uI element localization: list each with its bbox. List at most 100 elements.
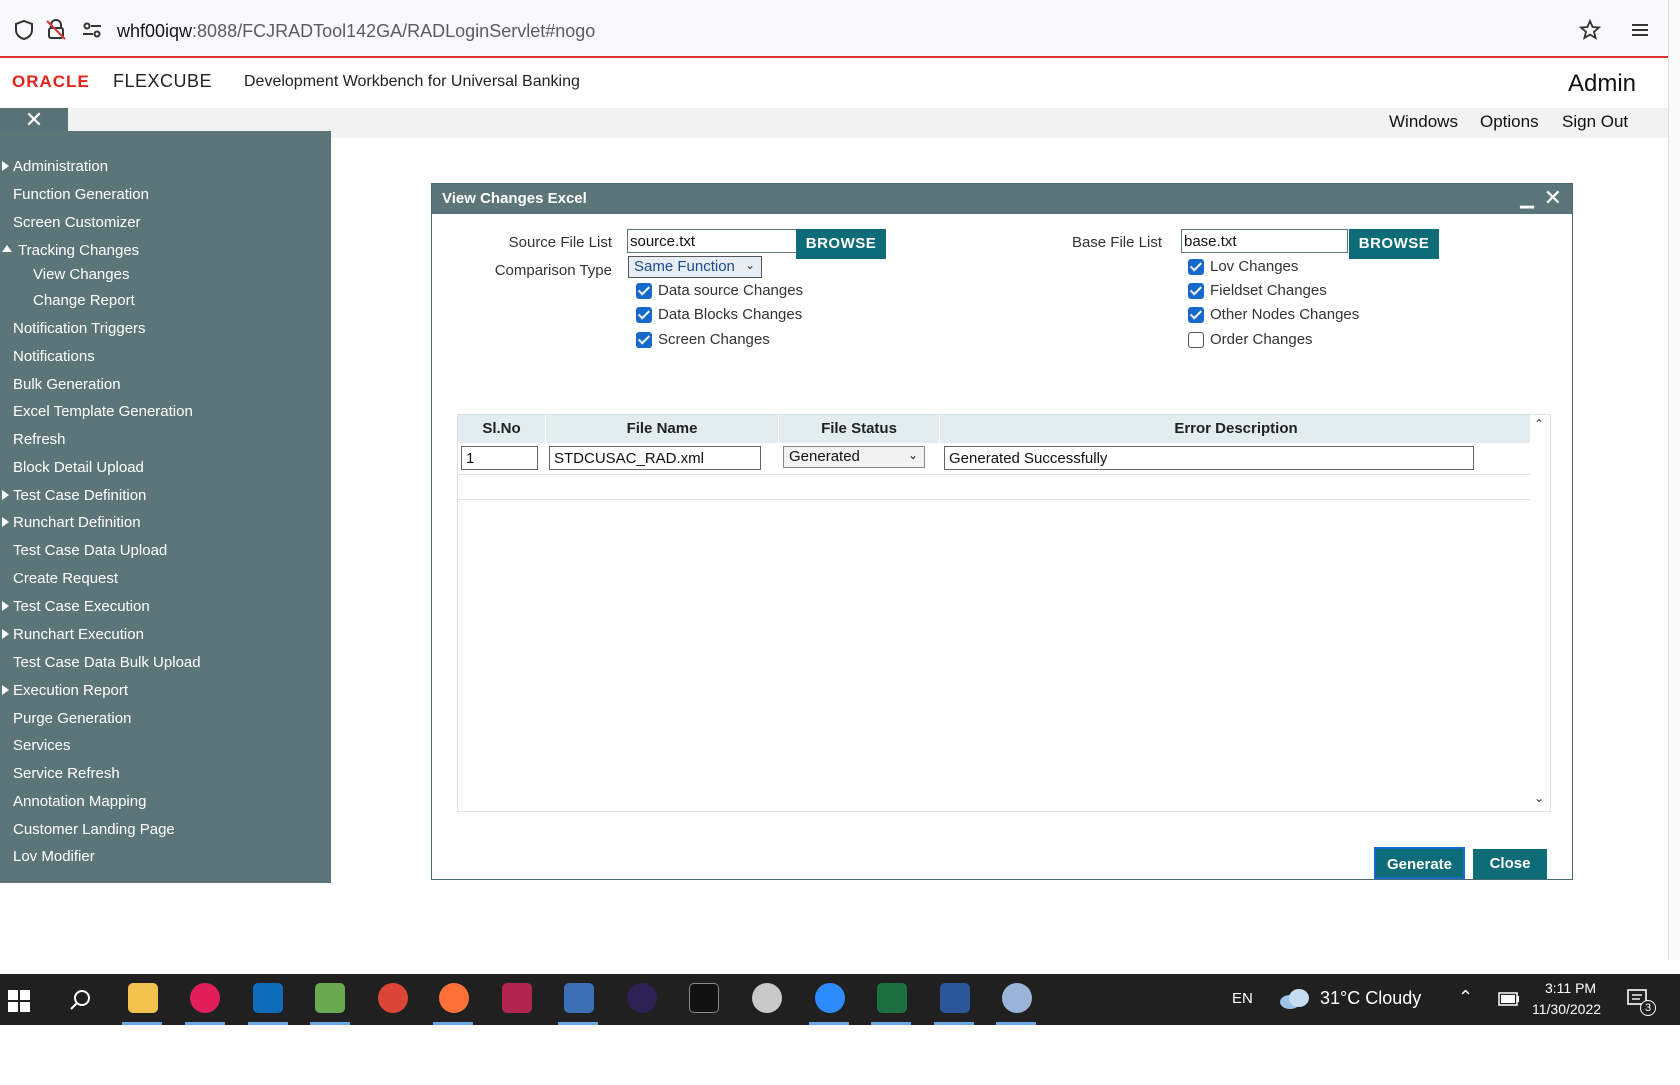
sidebar-item-service-refresh[interactable]: Service Refresh <box>13 765 120 782</box>
checkbox-screen-changes[interactable]: Screen Changes <box>636 331 770 348</box>
excel-icon[interactable] <box>877 983 907 1013</box>
checkbox-other-nodes-changes[interactable]: Other Nodes Changes <box>1188 306 1359 323</box>
notepad-icon[interactable] <box>315 983 345 1013</box>
file-transfer-icon[interactable] <box>564 983 594 1013</box>
sidebar-item-view-changes[interactable]: View Changes <box>33 266 129 283</box>
sidebar-item-excel-template-generation[interactable]: Excel Template Generation <box>13 403 193 420</box>
sidebar-close-button[interactable]: ✕ <box>0 108 68 132</box>
checkbox-checked-icon[interactable] <box>636 331 652 348</box>
sidebar-item-screen-customizer[interactable]: Screen Customizer <box>13 214 141 231</box>
sidebar-item-notification-triggers[interactable]: Notification Triggers <box>13 320 146 337</box>
sidebar-item-services[interactable]: Services <box>13 737 71 754</box>
sidebar-item-test-case-definition[interactable]: Test Case Definition <box>13 487 146 504</box>
menu-options[interactable]: Options <box>1480 112 1539 132</box>
sidebar-item-administration[interactable]: Administration <box>13 158 108 175</box>
word-icon[interactable] <box>940 983 970 1013</box>
search-icon[interactable] <box>68 988 92 1012</box>
sidebar-item-tracking-changes[interactable]: Tracking Changes <box>18 242 139 259</box>
collapse-arrow-icon[interactable] <box>2 245 12 252</box>
url-text[interactable]: whf00iqw:8088/FCJRADTool142GA/RADLoginSe… <box>117 21 595 42</box>
windows-start-icon[interactable] <box>8 990 30 1012</box>
expand-arrow-icon[interactable] <box>2 685 9 695</box>
snipping-tool-icon[interactable] <box>752 983 782 1013</box>
minimize-icon[interactable]: ▁ <box>1520 188 1534 209</box>
expand-arrow-icon[interactable] <box>2 490 9 500</box>
source-file-input[interactable] <box>627 229 797 253</box>
comparison-type-select[interactable]: Same Function ⌄ <box>628 256 762 278</box>
checkbox-checked-icon[interactable] <box>636 282 652 299</box>
cloud-weather-icon[interactable] <box>1278 986 1312 1010</box>
file-explorer-icon[interactable] <box>128 983 158 1013</box>
paint-icon[interactable] <box>1002 983 1032 1013</box>
sidebar-item-create-request[interactable]: Create Request <box>13 570 118 587</box>
checkbox-checked-icon[interactable] <box>636 306 652 323</box>
database-icon[interactable] <box>502 983 532 1013</box>
sidebar-item-runchart-execution[interactable]: Runchart Execution <box>13 626 144 643</box>
sidebar-item-refresh[interactable]: Refresh <box>13 431 66 448</box>
terminal-icon[interactable] <box>689 983 719 1013</box>
checkbox-data-source-changes[interactable]: Data source Changes <box>636 282 803 299</box>
tracking-blocked-icon[interactable] <box>44 18 68 42</box>
checkbox-checked-icon[interactable] <box>1188 282 1204 299</box>
sidebar-item-bulk-generation[interactable]: Bulk Generation <box>13 376 121 393</box>
firefox-icon[interactable] <box>439 983 469 1013</box>
sidebar-item-notifications[interactable]: Notifications <box>13 348 95 365</box>
sidebar-item-test-case-data-upload[interactable]: Test Case Data Upload <box>13 542 167 559</box>
close-button[interactable]: Close <box>1473 849 1547 879</box>
battery-icon[interactable] <box>1498 992 1520 1006</box>
menu-sign-out[interactable]: Sign Out <box>1562 112 1628 132</box>
slack-icon[interactable] <box>190 983 220 1013</box>
oracle-logo: ORACLE <box>12 72 90 91</box>
scroll-down-icon[interactable]: ⌄ <box>1534 791 1544 805</box>
clock-date[interactable]: 11/30/2022 <box>1532 1001 1601 1017</box>
file-name-input[interactable] <box>549 446 761 470</box>
expand-arrow-icon[interactable] <box>2 629 9 639</box>
chrome-icon[interactable] <box>378 983 408 1013</box>
scroll-up-icon[interactable]: ⌃ <box>1534 417 1544 431</box>
zoom-icon[interactable] <box>815 983 845 1013</box>
page-scrollbar[interactable] <box>1668 0 1680 960</box>
dialog-title-bar[interactable]: View Changes Excel ▁ ✕ <box>432 184 1572 214</box>
menu-windows[interactable]: Windows <box>1389 112 1458 132</box>
expand-arrow-icon[interactable] <box>2 517 9 527</box>
checkbox-fieldset-changes[interactable]: Fieldset Changes <box>1188 282 1327 299</box>
bookmark-star-icon[interactable] <box>1578 18 1602 42</box>
file-status-select[interactable]: Generated ⌄ <box>783 446 925 468</box>
error-description-input[interactable] <box>944 446 1474 470</box>
sidebar-item-change-report[interactable]: Change Report <box>33 292 135 309</box>
checkbox-lov-changes[interactable]: Lov Changes <box>1188 258 1298 275</box>
expand-arrow-icon[interactable] <box>2 161 9 171</box>
outlook-icon[interactable] <box>253 983 283 1013</box>
checkbox-data-blocks-changes[interactable]: Data Blocks Changes <box>636 306 802 323</box>
clock-time[interactable]: 3:11 PM <box>1545 980 1596 996</box>
sidebar-item-test-case-execution[interactable]: Test Case Execution <box>13 598 150 615</box>
sidebar-item-function-generation[interactable]: Function Generation <box>13 186 149 203</box>
checkbox-unchecked-icon[interactable] <box>1188 331 1204 348</box>
sidebar-item-execution-report[interactable]: Execution Report <box>13 682 128 699</box>
checkbox-checked-icon[interactable] <box>1188 258 1204 275</box>
checkbox-order-changes[interactable]: Order Changes <box>1188 331 1313 348</box>
checkbox-checked-icon[interactable] <box>1188 306 1204 323</box>
weather-text[interactable]: 31°C Cloudy <box>1320 988 1421 1009</box>
base-browse-button[interactable]: BROWSE <box>1349 229 1439 259</box>
chevron-up-icon[interactable]: ⌃ <box>1458 987 1473 1008</box>
base-file-input[interactable] <box>1181 229 1348 253</box>
generate-button[interactable]: Generate <box>1374 847 1465 879</box>
sidebar-item-test-case-data-bulk-upload[interactable]: Test Case Data Bulk Upload <box>13 654 201 671</box>
shield-icon[interactable] <box>12 18 36 42</box>
expand-arrow-icon[interactable] <box>2 601 9 611</box>
sidebar-item-customer-landing-page[interactable]: Customer Landing Page <box>13 821 175 838</box>
sidebar-item-purge-generation[interactable]: Purge Generation <box>13 710 131 727</box>
hamburger-menu-icon[interactable] <box>1628 18 1652 42</box>
table-scrollbar[interactable]: ⌃ ⌄ <box>1530 415 1550 811</box>
sl-no-input[interactable] <box>461 446 538 470</box>
sidebar-item-runchart-definition[interactable]: Runchart Definition <box>13 514 141 531</box>
source-browse-button[interactable]: BROWSE <box>796 229 886 259</box>
close-icon[interactable]: ✕ <box>1544 185 1562 211</box>
sidebar-item-annotation-mapping[interactable]: Annotation Mapping <box>13 793 146 810</box>
eclipse-icon[interactable] <box>627 983 657 1013</box>
language-indicator[interactable]: EN <box>1232 990 1253 1007</box>
sidebar-item-lov-modifier[interactable]: Lov Modifier <box>13 848 95 865</box>
permissions-icon[interactable] <box>80 18 104 42</box>
sidebar-item-block-detail-upload[interactable]: Block Detail Upload <box>13 459 144 476</box>
